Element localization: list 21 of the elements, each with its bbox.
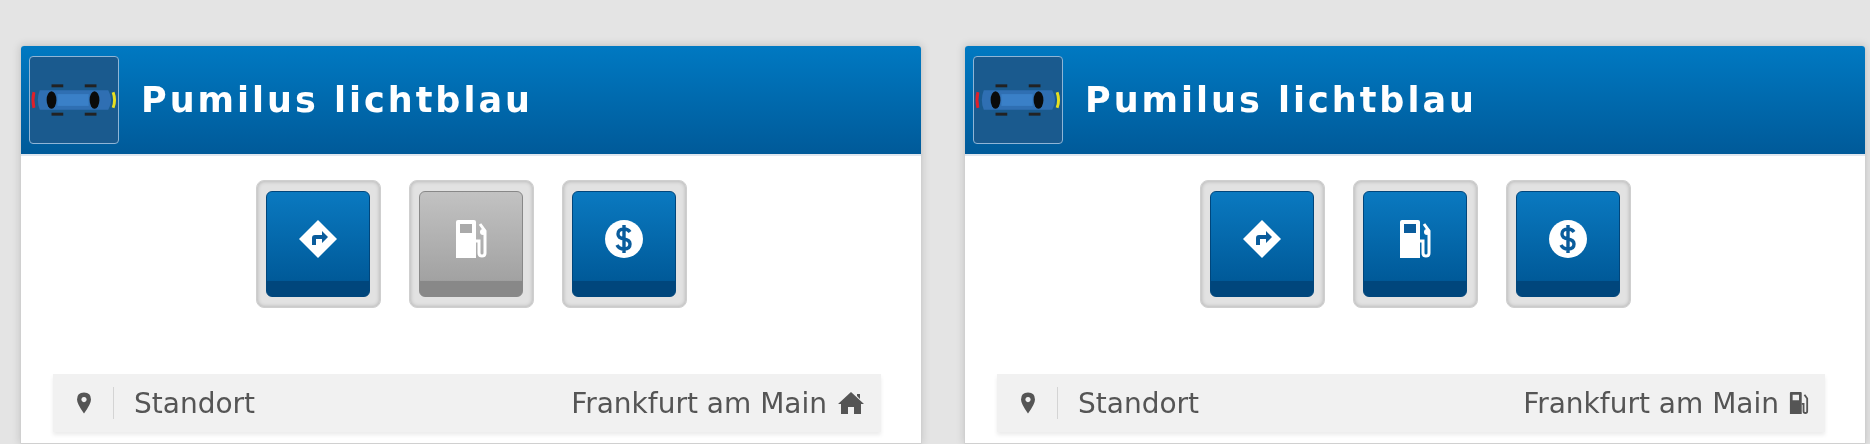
- location-value: Frankfurt am Main: [1523, 386, 1779, 420]
- fuel-pump-icon: [454, 219, 488, 259]
- car-icon: [29, 56, 119, 144]
- turn-sign-icon: [298, 219, 338, 259]
- car-icon: [973, 56, 1063, 144]
- fuel-pump-icon: [1398, 219, 1432, 259]
- directions-button[interactable]: [1210, 191, 1314, 297]
- dollar-icon: [1548, 219, 1588, 259]
- map-pin-icon: [1021, 392, 1035, 414]
- directions-button[interactable]: [266, 191, 370, 297]
- money-button[interactable]: [1516, 191, 1620, 297]
- fuel-button[interactable]: [1363, 191, 1467, 297]
- card-title: Pumilus lichtblau: [1085, 80, 1477, 120]
- card-title: Pumilus lichtblau: [141, 80, 533, 120]
- location-label: Standort: [134, 386, 257, 420]
- turn-sign-icon: [1242, 219, 1282, 259]
- location-label: Standort: [1078, 386, 1201, 420]
- location-value: Frankfurt am Main: [571, 386, 827, 420]
- dollar-icon: [604, 219, 644, 259]
- money-button[interactable]: [572, 191, 676, 297]
- map-pin-icon: [77, 392, 91, 414]
